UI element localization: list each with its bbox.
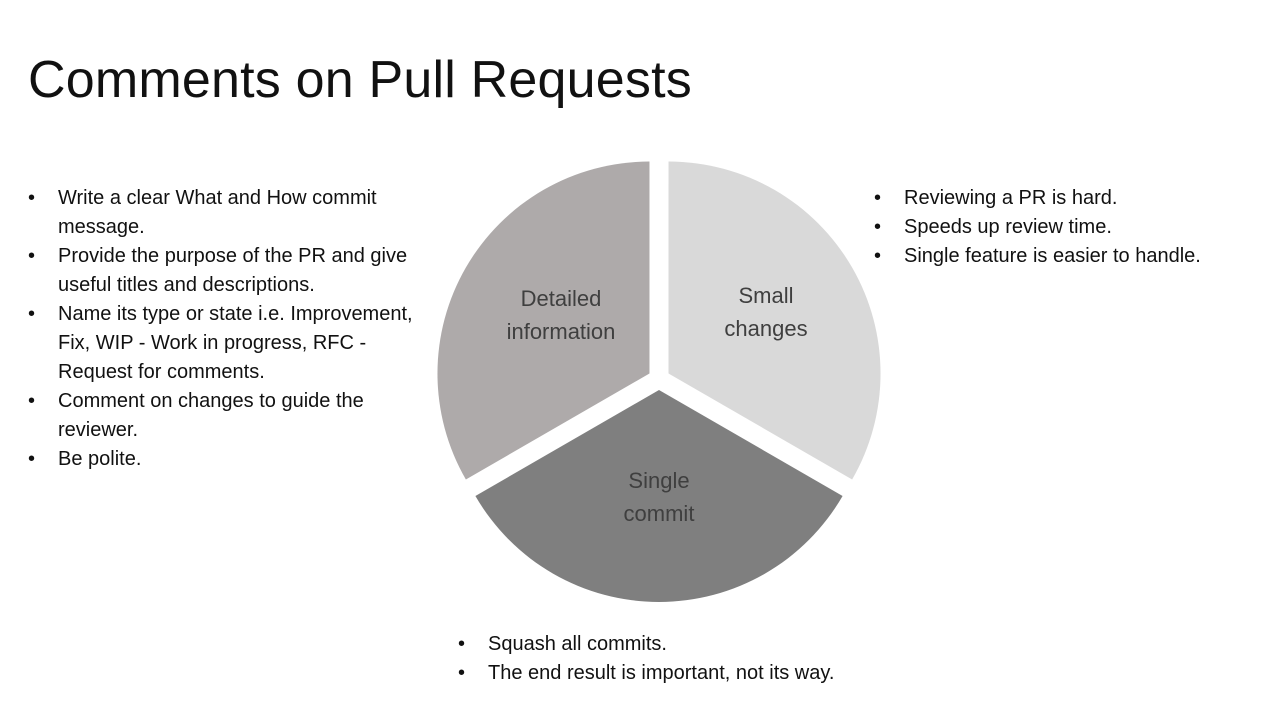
bullet-item: Name its type or state i.e. Improvement,… xyxy=(28,300,423,387)
small-changes-bullet-list: Reviewing a PR is hard. Speeds up review… xyxy=(874,184,1274,271)
segment-label-detailed-information: Detailed information xyxy=(507,286,616,344)
segment-label-line: Single xyxy=(628,468,689,493)
bullet-item: Comment on changes to guide the reviewer… xyxy=(28,387,423,445)
detailed-information-bullet-list: Write a clear What and How commit messag… xyxy=(28,184,423,474)
segment-small-changes xyxy=(668,161,881,480)
bullet-item: Write a clear What and How commit messag… xyxy=(28,184,423,242)
segment-label-line: information xyxy=(507,319,616,344)
segment-single-commit xyxy=(475,390,843,602)
segment-label-line: commit xyxy=(624,501,695,526)
bullet-item: Be polite. xyxy=(28,445,423,474)
segment-label-single-commit: Single commit xyxy=(624,468,695,526)
segment-detailed-information xyxy=(437,161,650,480)
segment-label-line: Detailed xyxy=(521,286,602,311)
slide-title: Comments on Pull Requests xyxy=(28,51,692,109)
bullet-item: Squash all commits. xyxy=(458,630,1258,659)
bullet-item: Provide the purpose of the PR and give u… xyxy=(28,242,423,300)
segment-label-line: changes xyxy=(724,316,807,341)
bullet-item: Single feature is easier to handle. xyxy=(874,242,1274,271)
segment-label-line: Small xyxy=(738,283,793,308)
bullet-item: The end result is important, not its way… xyxy=(458,659,1258,688)
segment-label-small-changes: Small changes xyxy=(724,283,807,341)
bullet-item: Speeds up review time. xyxy=(874,213,1274,242)
bullet-item: Reviewing a PR is hard. xyxy=(874,184,1274,213)
single-commit-bullet-list: Squash all commits. The end result is im… xyxy=(458,630,1258,688)
